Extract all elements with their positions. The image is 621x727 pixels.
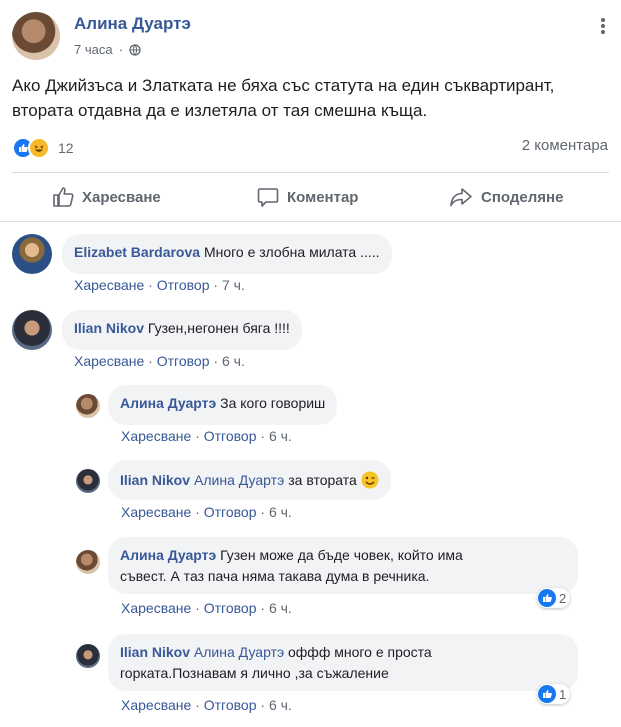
dot-separator: · [260,697,269,713]
divider-top [12,172,609,173]
like-button[interactable]: Харесване [52,184,161,210]
reply-bubble: Ilian Nikov Алина Дуартэ за втората [108,460,391,500]
post-text: Ако Джийзъса и Златката не бяха със стат… [12,73,612,123]
comment-time[interactable]: 6 ч. [222,353,245,369]
comment-text: Гузен,негонен бяга !!!! [147,320,290,336]
reply-time[interactable]: 6 ч. [269,504,292,520]
reply-like-link[interactable]: Харесване [121,697,191,713]
reply-time[interactable]: 6 ч. [269,600,292,616]
post-reactions[interactable]: 12 [12,137,74,159]
reply-reaction-count: 2 [559,590,567,606]
comment-reply-link[interactable]: Отговор [157,277,210,293]
dot-separator: · [260,504,269,520]
mention-link[interactable]: Алина Дуартэ [194,470,284,491]
globe-icon [129,43,141,56]
mention-link[interactable]: Алина Дуартэ [194,644,284,660]
reply-avatar[interactable] [76,644,100,668]
reply-like-link[interactable]: Харесване [121,504,191,520]
comment-count[interactable]: 2 коментара [522,137,608,154]
comment-bubble: Ilian Nikov Гузен,негонен бяга !!!! [62,310,302,350]
thumbs-up-icon [53,187,74,207]
comment-actions: Харесване · Отговор · 6 ч. [74,353,245,369]
share-button-label: Споделяне [481,188,564,206]
dot-separator: · [118,42,123,57]
divider-bottom [0,221,621,222]
comment-bubble: Elizabet Bardarova Много е злобна милата… [62,234,392,274]
reply-reaction-badge[interactable]: 2 [537,588,571,608]
post-author-avatar[interactable] [12,12,60,60]
share-icon [450,188,472,207]
reply-text-line-2: съвест. А таз пача няма такава дума в ре… [120,568,430,584]
dot-separator: · [213,353,222,369]
reply-text-line-1: оффф много е проста [288,644,432,660]
reply-avatar[interactable] [76,394,100,418]
reply-reply-link[interactable]: Отговор [204,697,257,713]
dot-separator: · [148,277,157,293]
commenter-avatar[interactable] [12,310,52,350]
post-author-name[interactable]: Алина Дуартэ [74,14,191,34]
reply-text: За кого говориш [220,395,326,411]
reply-reaction-count: 1 [559,686,567,702]
post-text-line-1: Ако Джийзъса и Златката не бяха със стат… [12,76,555,95]
dot-separator: · [260,600,269,616]
reaction-count[interactable]: 12 [58,140,74,156]
comment-button-label: Коментар [287,188,359,206]
reply-actions: Харесване · Отговор · 6 ч. [121,504,292,520]
share-button[interactable]: Споделяне [449,184,563,210]
reply-actions: Харесване · Отговор · 6 ч. [121,697,292,713]
reply-reaction-badge[interactable]: 1 [537,684,571,704]
reply-bubble: Алина Дуартэ Гузен може да бъде човек, к… [108,537,578,594]
reply-reply-link[interactable]: Отговор [204,428,257,444]
post-text-line-2: втората отдавна да е излетяла от тая сме… [12,101,428,120]
comment-actions: Харесване · Отговор · 7 ч. [74,277,245,293]
replier-name[interactable]: Ilian Nikov [120,644,190,660]
reply-actions: Харесване · Отговор · 6 ч. [121,428,292,444]
reply-like-link[interactable]: Харесване [121,600,191,616]
replier-name[interactable]: Ilian Nikov [120,470,190,491]
like-reaction-icon [538,685,556,703]
post-timestamp[interactable]: 7 часа · [74,42,141,57]
reply-actions: Харесване · Отговор · 6 ч. [121,600,292,616]
wink-emoji-icon [361,471,379,489]
replier-name[interactable]: Алина Дуартэ [120,547,216,563]
reply-text-line-1: Гузен може да бъде човек, който има [220,547,463,563]
post-time[interactable]: 7 часа [74,42,113,57]
comment-reply-link[interactable]: Отговор [157,353,210,369]
reply-time[interactable]: 6 ч. [269,697,292,713]
commenter-name[interactable]: Elizabet Bardarova [74,244,200,260]
replier-name[interactable]: Алина Дуартэ [120,395,216,411]
comment-like-link[interactable]: Харесване [74,277,144,293]
haha-reaction-icon [28,137,50,159]
post-options-icon[interactable] [593,14,613,38]
reply-avatar[interactable] [76,550,100,574]
reply-like-link[interactable]: Харесване [121,428,191,444]
reply-bubble: Ilian Nikov Алина Дуартэ оффф много е пр… [108,634,578,691]
reply-avatar[interactable] [76,469,100,493]
reply-text: за втората [288,471,357,488]
commenter-name[interactable]: Ilian Nikov [74,320,144,336]
dot-separator: · [148,353,157,369]
comment-like-link[interactable]: Харесване [74,353,144,369]
comment-text: Много е злобна милата ..... [203,244,380,260]
dot-separator: · [195,600,204,616]
dot-separator: · [195,697,204,713]
comment-icon [257,188,279,207]
reply-text-line-2: горката.Познавам я лично ,за съжаление [120,665,389,681]
like-button-label: Харесване [82,188,161,206]
dot-separator: · [260,428,269,444]
reply-reply-link[interactable]: Отговор [204,504,257,520]
dot-separator: · [213,277,222,293]
dot-separator: · [195,428,204,444]
comment-time[interactable]: 7 ч. [222,277,245,293]
like-reaction-icon [538,589,556,607]
reply-reply-link[interactable]: Отговор [204,600,257,616]
reply-bubble: Алина Дуартэ За кого говориш [108,385,338,425]
reply-time[interactable]: 6 ч. [269,428,292,444]
comment-button[interactable]: Коментар [257,184,358,210]
dot-separator: · [195,504,204,520]
commenter-avatar[interactable] [12,234,52,274]
